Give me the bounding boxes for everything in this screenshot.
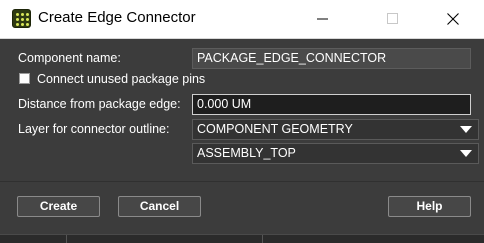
close-button[interactable] <box>430 0 476 38</box>
maximize-icon <box>387 13 398 24</box>
create-button[interactable]: Create <box>17 196 100 217</box>
layer-class-value: COMPONENT GEOMETRY <box>197 122 353 136</box>
connect-unused-checkbox[interactable] <box>19 73 30 84</box>
layer-label: Layer for connector outline: <box>18 122 170 136</box>
distance-input[interactable]: 0.000 UM <box>192 94 471 115</box>
help-button[interactable]: Help <box>388 196 471 217</box>
layer-subclass-select[interactable]: ASSEMBLY_TOP <box>192 143 479 164</box>
grid-app-icon <box>12 9 31 28</box>
cancel-button[interactable]: Cancel <box>118 196 201 217</box>
divider <box>0 181 484 182</box>
create-edge-connector-dialog: Create Edge Connector Component name: PA… <box>0 0 484 243</box>
component-name-field: PACKAGE_EDGE_CONNECTOR <box>192 48 471 69</box>
layer-subclass-value: ASSEMBLY_TOP <box>197 146 296 160</box>
close-icon <box>447 13 459 25</box>
component-name-label: Component name: <box>18 51 121 65</box>
chevron-down-icon <box>460 150 472 157</box>
distance-label: Distance from package edge: <box>18 97 181 111</box>
title-bar[interactable]: Create Edge Connector <box>0 0 484 39</box>
layer-class-select[interactable]: COMPONENT GEOMETRY <box>192 119 479 140</box>
maximize-button[interactable] <box>370 0 416 38</box>
chevron-down-icon <box>460 126 472 133</box>
minimize-icon <box>317 18 328 20</box>
connect-unused-label[interactable]: Connect unused package pins <box>37 72 205 86</box>
minimize-button[interactable] <box>300 0 346 38</box>
status-divider <box>262 235 263 243</box>
status-divider <box>66 235 67 243</box>
status-bar <box>0 234 484 243</box>
window-title: Create Edge Connector <box>38 9 196 26</box>
